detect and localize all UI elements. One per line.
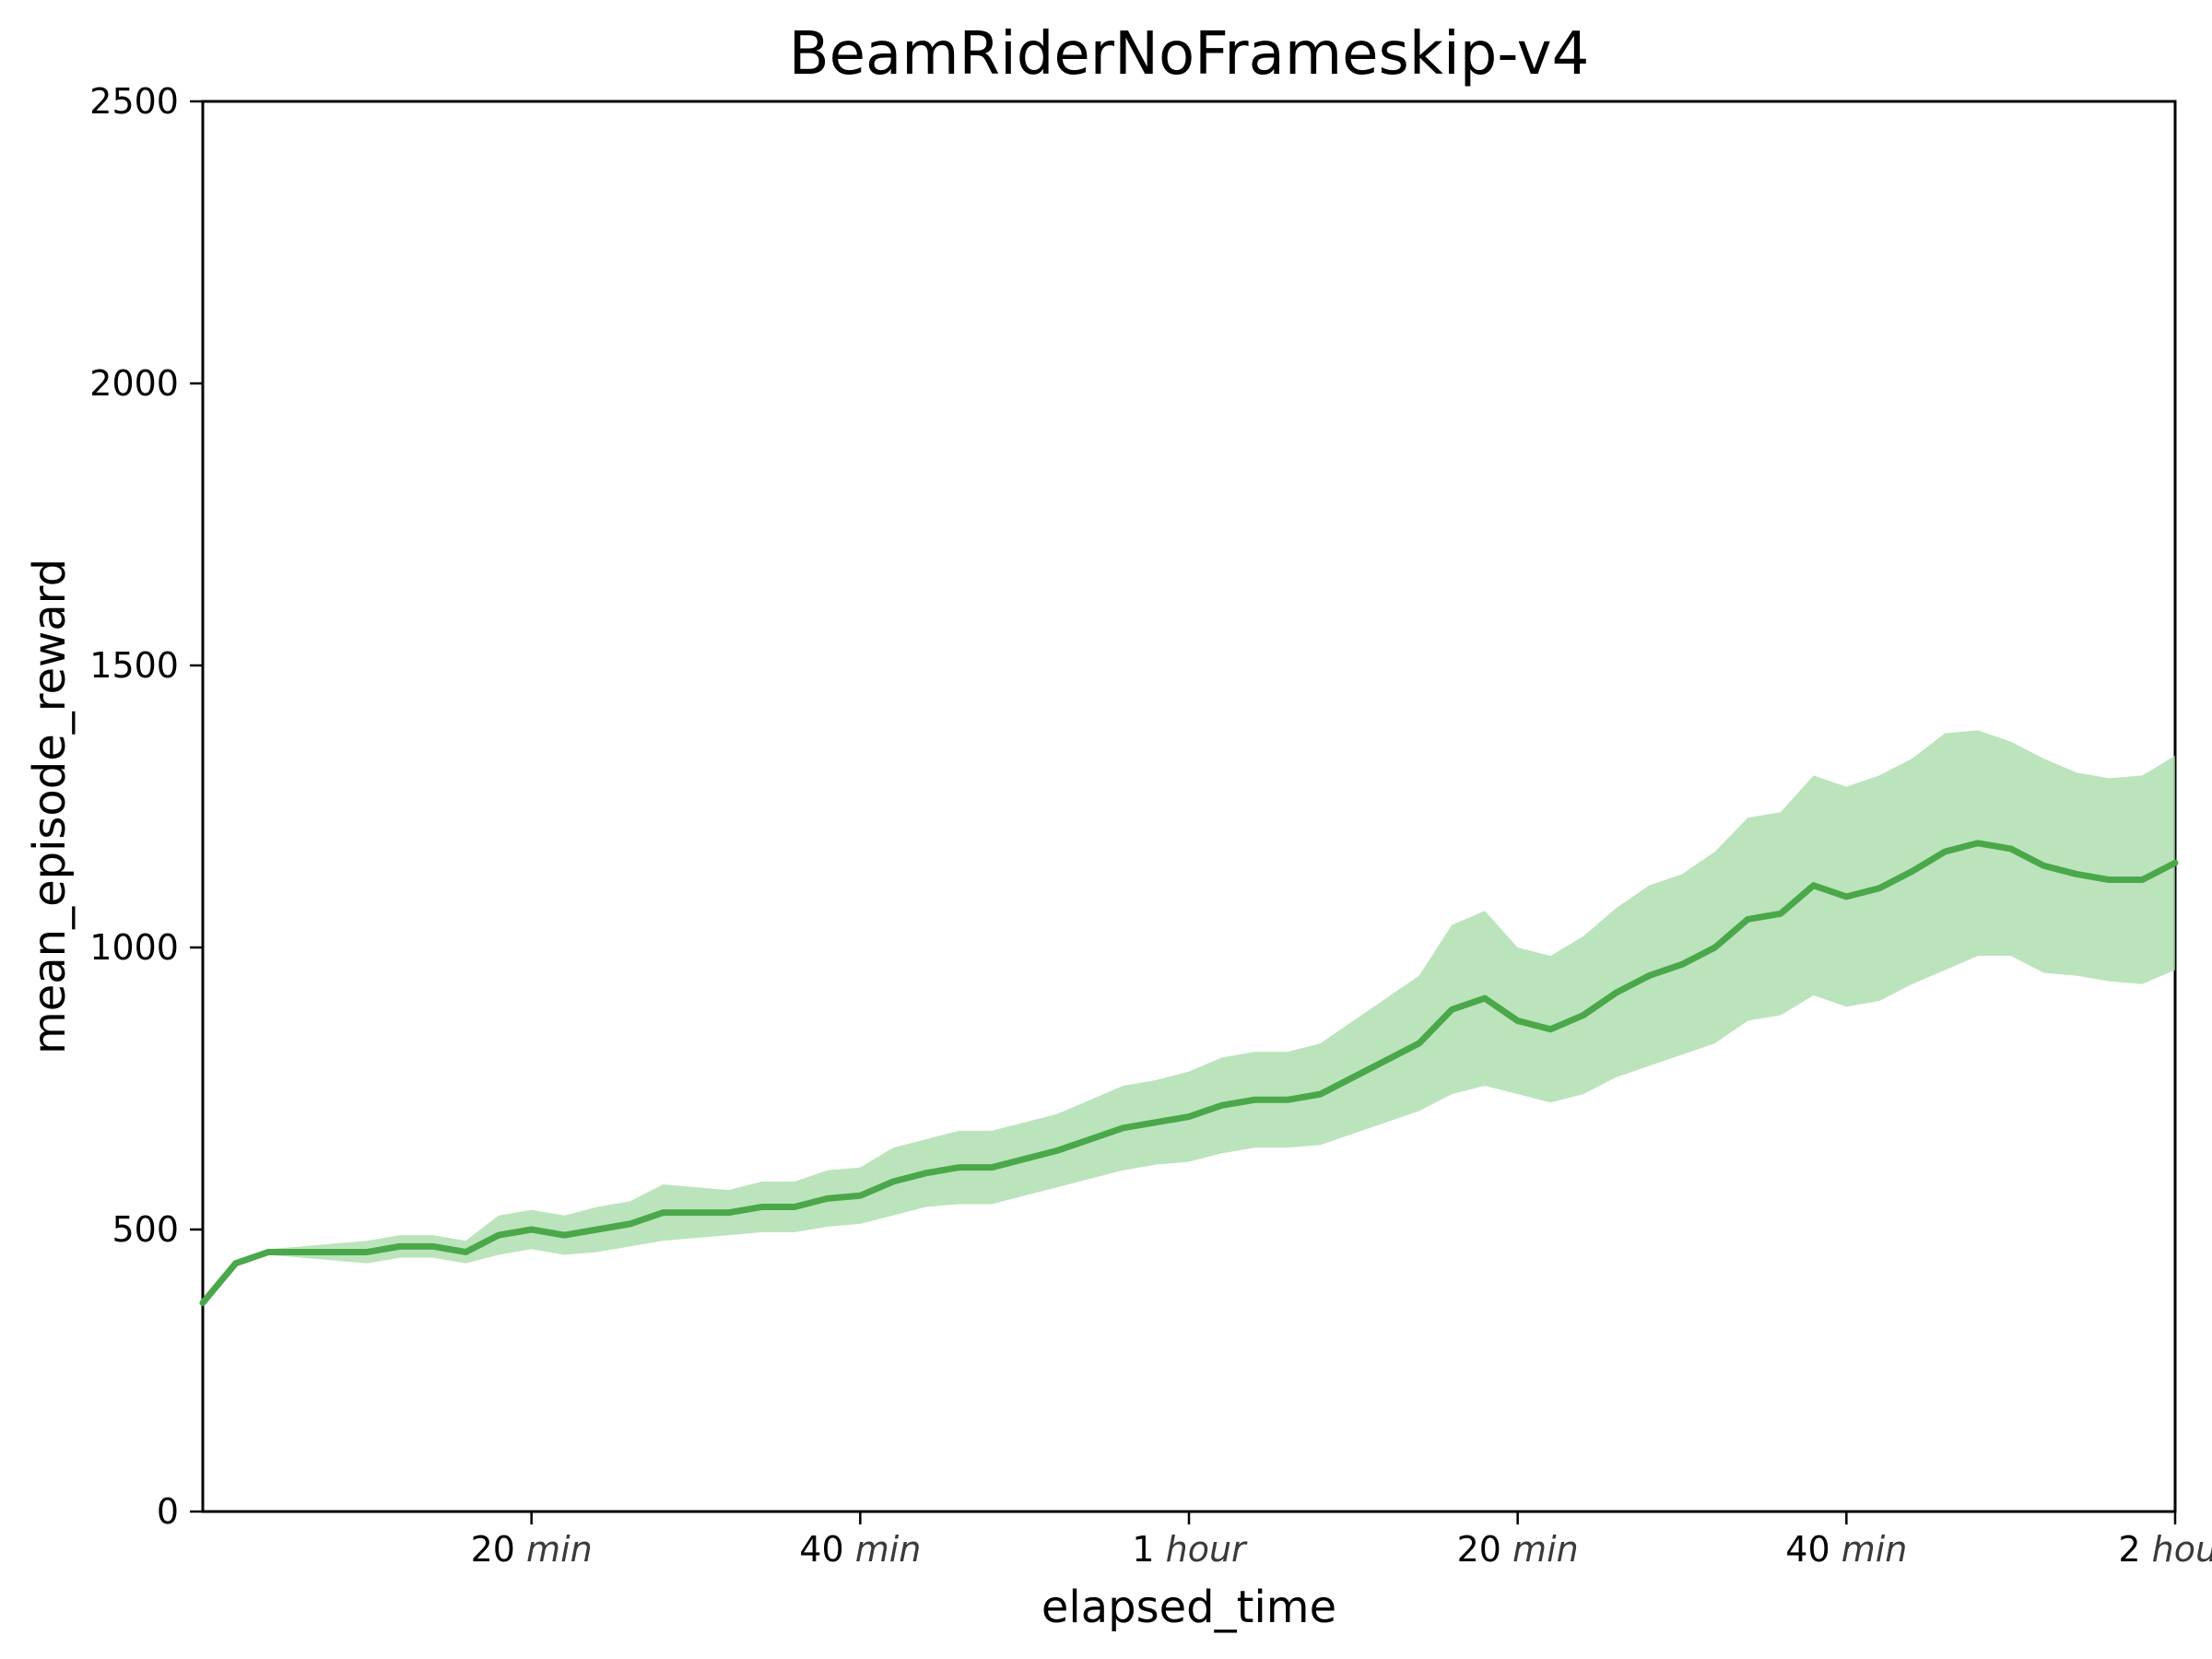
- x-tick-label: 40 min: [1785, 1529, 1907, 1570]
- x-tick-label: 40 min: [799, 1529, 921, 1570]
- x-axis-label: elapsed_time: [1041, 1582, 1336, 1633]
- y-tick-label: 500: [112, 1209, 179, 1250]
- y-tick-label: 2500: [89, 81, 179, 122]
- training-curve-chart: BeamRiderNoFrameskip-v4 0 500 1000 1500 2000 2…: [0, 0, 2212, 1659]
- x-tick-label: 2 hour: [2118, 1529, 2212, 1570]
- x-tick-label: 20 min: [1457, 1529, 1579, 1570]
- y-tick-label: 1000: [89, 927, 179, 968]
- y-tick-label: 1500: [89, 645, 179, 686]
- confidence-band: [203, 730, 2175, 1302]
- y-tick-label: 0: [157, 1491, 179, 1532]
- chart-title: BeamRiderNoFrameskip-v4: [789, 20, 1590, 88]
- y-tick-label: 2000: [89, 363, 179, 404]
- y-axis-label: mean_episode_reward: [24, 559, 76, 1054]
- x-tick-label: 1 hour: [1132, 1529, 1248, 1570]
- x-tick-label: 20 min: [471, 1529, 593, 1570]
